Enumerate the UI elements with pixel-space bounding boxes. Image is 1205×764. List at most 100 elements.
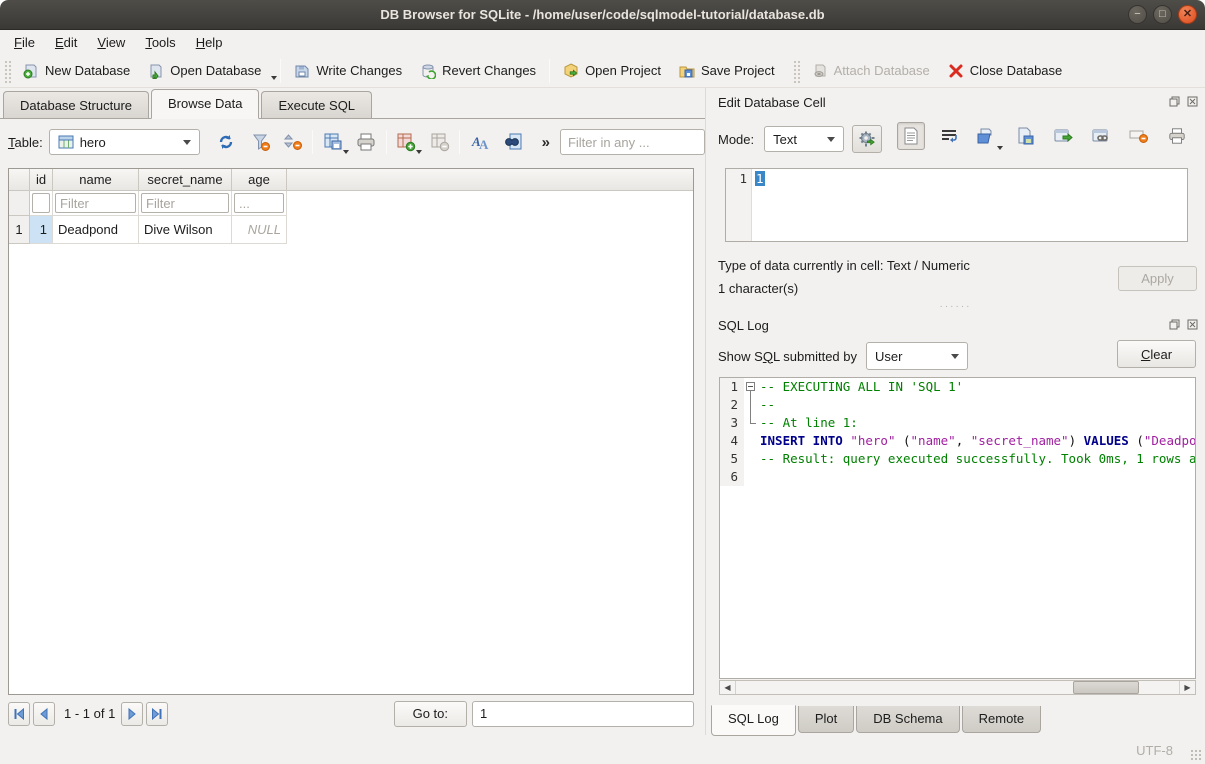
scrollbar-thumb[interactable] [1073, 681, 1139, 694]
text-mode-button[interactable] [897, 122, 925, 150]
dock-splitter[interactable]: ······ [706, 301, 1205, 312]
minimize-icon[interactable]: − [1128, 5, 1147, 24]
insert-record-dropdown-icon[interactable] [416, 150, 422, 154]
data-grid[interactable]: id name secret_name age Filter Filter ..… [8, 168, 694, 695]
menu-tools[interactable]: Tools [135, 32, 185, 53]
open-database-dropdown-icon[interactable] [271, 76, 277, 80]
filter-cell-secret-name[interactable]: Filter [139, 191, 232, 216]
revert-changes-button[interactable]: Revert Changes [411, 58, 545, 84]
sql-source-select[interactable]: User [866, 342, 968, 370]
menu-help[interactable]: Help [186, 32, 233, 53]
document-icon [903, 127, 919, 145]
set-null-button[interactable] [1125, 122, 1153, 150]
export-cell-data-button[interactable] [1011, 122, 1039, 150]
cell-age[interactable]: NULL [232, 216, 287, 244]
apply-button[interactable]: Apply [1118, 266, 1197, 291]
attach-database-button[interactable]: Attach Database [803, 58, 939, 84]
title-bar[interactable]: DB Browser for SQLite - /home/user/code/… [0, 0, 1205, 30]
clear-sorting-button[interactable] [280, 129, 305, 155]
dock-tab-remote[interactable]: Remote [962, 706, 1042, 733]
write-changes-button[interactable]: Write Changes [285, 58, 411, 84]
insert-record-button[interactable] [394, 129, 419, 155]
sql-line-number: 2 [720, 396, 744, 414]
cell-secret-name[interactable]: Dive Wilson [139, 216, 232, 244]
next-record-button[interactable] [121, 702, 143, 726]
sql-log-editor[interactable]: 1-- EXECUTING ALL IN 'SQL 1'2--3-- At li… [719, 377, 1196, 679]
sql-log-hscrollbar[interactable]: ◀ ▶ [719, 680, 1196, 695]
close-dock-icon[interactable] [1185, 94, 1199, 108]
dock-tab-db-schema[interactable]: DB Schema [856, 706, 959, 733]
auto-mode-button[interactable] [852, 125, 882, 153]
filter-any-column-input[interactable] [560, 129, 705, 155]
close-database-button[interactable]: Close Database [939, 58, 1072, 84]
menu-view[interactable]: View [87, 32, 135, 53]
fold-margin [744, 432, 760, 450]
open-project-button[interactable]: Open Project [554, 58, 670, 84]
open-database-button[interactable]: Open Database [139, 58, 270, 84]
open-in-external-button[interactable] [1049, 122, 1077, 150]
clear-log-button[interactable]: Clear [1117, 340, 1196, 368]
copy-link-button[interactable] [1087, 122, 1115, 150]
import-cell-data-button[interactable] [973, 122, 1001, 150]
column-header-name[interactable]: name [53, 169, 139, 191]
refresh-button[interactable] [214, 129, 239, 155]
word-wrap-button[interactable] [935, 122, 963, 150]
export-table-dropdown-icon[interactable] [343, 150, 349, 154]
row-header[interactable]: 1 [9, 216, 30, 244]
dock-tab-sql-log[interactable]: SQL Log [711, 705, 796, 736]
print-rows-button[interactable] [354, 129, 379, 155]
menu-file[interactable]: File [4, 32, 45, 53]
cell-id[interactable]: 1 [30, 216, 53, 244]
clear-filter-icon [251, 132, 271, 152]
scrollbar-track[interactable] [736, 681, 1179, 694]
column-header-age[interactable]: age [232, 169, 287, 191]
close-icon[interactable]: ✕ [1178, 5, 1197, 24]
tab-execute-sql[interactable]: Execute SQL [261, 91, 372, 118]
edit-display-format-button[interactable]: AA [467, 129, 492, 155]
fold-margin [744, 468, 760, 486]
close-database-icon [948, 63, 964, 79]
toolbar-grip[interactable] [792, 59, 800, 83]
new-database-button[interactable]: New Database [14, 58, 139, 84]
maximize-icon[interactable]: □ [1153, 5, 1172, 24]
fold-marker-icon[interactable] [744, 378, 760, 396]
previous-record-button[interactable] [33, 702, 55, 726]
menu-edit[interactable]: Edit [45, 32, 87, 53]
find-in-table-button[interactable] [500, 129, 525, 155]
scroll-left-icon[interactable]: ◀ [720, 681, 736, 694]
import-dropdown-icon[interactable] [997, 146, 1003, 150]
column-header-id[interactable]: id [30, 169, 53, 191]
first-record-button[interactable] [8, 702, 30, 726]
mode-select[interactable]: Text [764, 126, 844, 152]
new-database-label: New Database [45, 63, 130, 78]
print-cell-button[interactable] [1163, 122, 1191, 150]
export-table-button[interactable] [320, 129, 345, 155]
goto-input[interactable] [472, 701, 694, 727]
goto-button[interactable]: Go to: [394, 701, 467, 727]
scroll-right-icon[interactable]: ▶ [1179, 681, 1195, 694]
dock-tab-plot[interactable]: Plot [798, 706, 854, 733]
encoding-label[interactable]: UTF-8 [1136, 743, 1173, 758]
toolbar-grip[interactable] [3, 59, 11, 83]
table-select[interactable]: hero [49, 129, 200, 155]
delete-record-button[interactable] [427, 129, 452, 155]
cell-name[interactable]: Deadpond [53, 216, 139, 244]
save-project-button[interactable]: Save Project [670, 58, 784, 84]
toolbar-overflow-chevron[interactable]: » [538, 134, 554, 151]
resize-grip[interactable] [1190, 749, 1202, 761]
column-header-secret-name[interactable]: secret_name [139, 169, 232, 191]
float-dock-icon[interactable] [1167, 94, 1181, 108]
table-label: Table: [8, 135, 43, 150]
filter-cell-age[interactable]: ... [232, 191, 287, 216]
filter-cell-name[interactable]: Filter [53, 191, 139, 216]
float-dock-icon[interactable] [1167, 317, 1181, 331]
clear-filters-button[interactable] [249, 129, 274, 155]
cell-editor[interactable]: 1 1 [725, 168, 1188, 242]
fold-marker-icon [744, 396, 760, 414]
tab-browse-data[interactable]: Browse Data [151, 89, 259, 119]
tab-database-structure[interactable]: Database Structure [3, 91, 149, 118]
close-dock-icon[interactable] [1185, 317, 1199, 331]
filter-cell-id[interactable] [30, 191, 53, 216]
close-database-label: Close Database [970, 63, 1063, 78]
last-record-button[interactable] [146, 702, 168, 726]
